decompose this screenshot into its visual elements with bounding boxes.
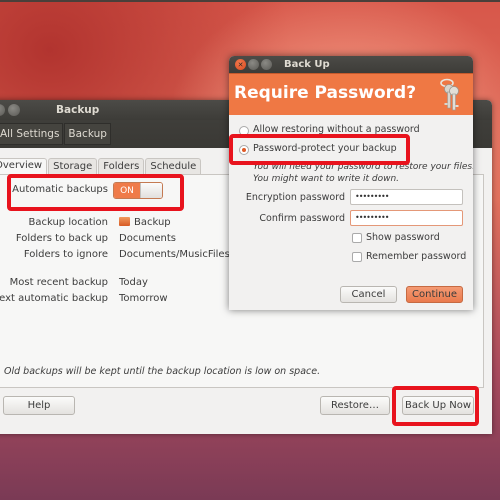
close-dialog-icon[interactable]: ✕ [235, 59, 246, 70]
window-title: Backup [56, 104, 100, 116]
folders-to-back-up-value[interactable]: Documents [119, 233, 176, 244]
maximize-dialog-icon[interactable] [261, 59, 272, 70]
tab-overview[interactable]: Overview [0, 158, 48, 175]
most-recent-backup-value: Today [119, 277, 148, 288]
field-row: Folders to back up [0, 233, 108, 247]
most-recent-backup-label: Most recent backup [9, 277, 108, 288]
confirm-password-label: Confirm password [259, 213, 345, 224]
tab-storage[interactable]: Storage [48, 158, 98, 175]
remember-password-checkbox[interactable] [352, 252, 362, 262]
retention-note: Old backups will be kept until the backu… [4, 366, 321, 377]
minimize-dialog-icon[interactable] [248, 59, 259, 70]
next-automatic-backup-label: Next automatic backup [0, 293, 108, 304]
dialog-titlebar: ✕ Back Up [229, 56, 473, 73]
tab-folders[interactable]: Folders [98, 158, 145, 175]
encryption-password-label: Encryption password [245, 192, 345, 203]
close-window-icon[interactable] [0, 104, 5, 116]
cancel-button[interactable]: Cancel [340, 286, 397, 303]
confirm-password-input[interactable]: ••••••••• [350, 210, 463, 226]
tab-schedule[interactable]: Schedule [145, 158, 202, 175]
show-password-checkbox[interactable] [352, 233, 362, 243]
breadcrumb-all-settings[interactable]: All Settings [0, 123, 64, 145]
folders-to-ignore-label: Folders to ignore [23, 249, 108, 260]
top-panel-edge [0, 0, 500, 2]
field-row: Backup location [0, 217, 108, 231]
highlight-password-protect [229, 134, 410, 165]
field-row: Most recent backup [0, 277, 108, 291]
highlight-back-up-now [392, 386, 479, 426]
tab-bar: Overview Storage Folders Schedule [0, 158, 202, 175]
dialog-header: Require Password? [229, 73, 473, 115]
dialog-title: Back Up [284, 59, 330, 70]
field-row: Folders to ignore [0, 249, 108, 263]
remember-password-label[interactable]: Remember password [366, 251, 466, 262]
folder-icon [119, 217, 130, 226]
backup-location-value[interactable]: Backup [119, 217, 171, 228]
show-password-label[interactable]: Show password [366, 232, 440, 243]
field-row: Next automatic backup [0, 293, 108, 307]
back-up-dialog: ✕ Back Up Require Password? Allow restor… [229, 56, 473, 310]
backup-location-text: Backup [134, 217, 171, 228]
encryption-password-input[interactable]: ••••••••• [350, 189, 463, 205]
folders-to-ignore-value[interactable]: Documents/MusicFiles [119, 249, 230, 260]
breadcrumb-backup[interactable]: Backup [64, 123, 111, 145]
next-automatic-backup-value: Tomorrow [119, 293, 168, 304]
dialog-heading: Require Password? [234, 83, 417, 103]
highlight-automatic-backups [7, 174, 184, 211]
restore-button[interactable]: Restore… [320, 396, 390, 415]
minimize-window-icon[interactable] [8, 104, 20, 116]
help-button[interactable]: Help [3, 396, 75, 415]
keys-icon [440, 78, 459, 111]
backup-location-label: Backup location [28, 217, 108, 228]
folders-to-back-up-label: Folders to back up [15, 233, 108, 244]
continue-button[interactable]: Continue [406, 286, 463, 303]
password-hint-line2: You might want to write it down. [253, 174, 400, 184]
